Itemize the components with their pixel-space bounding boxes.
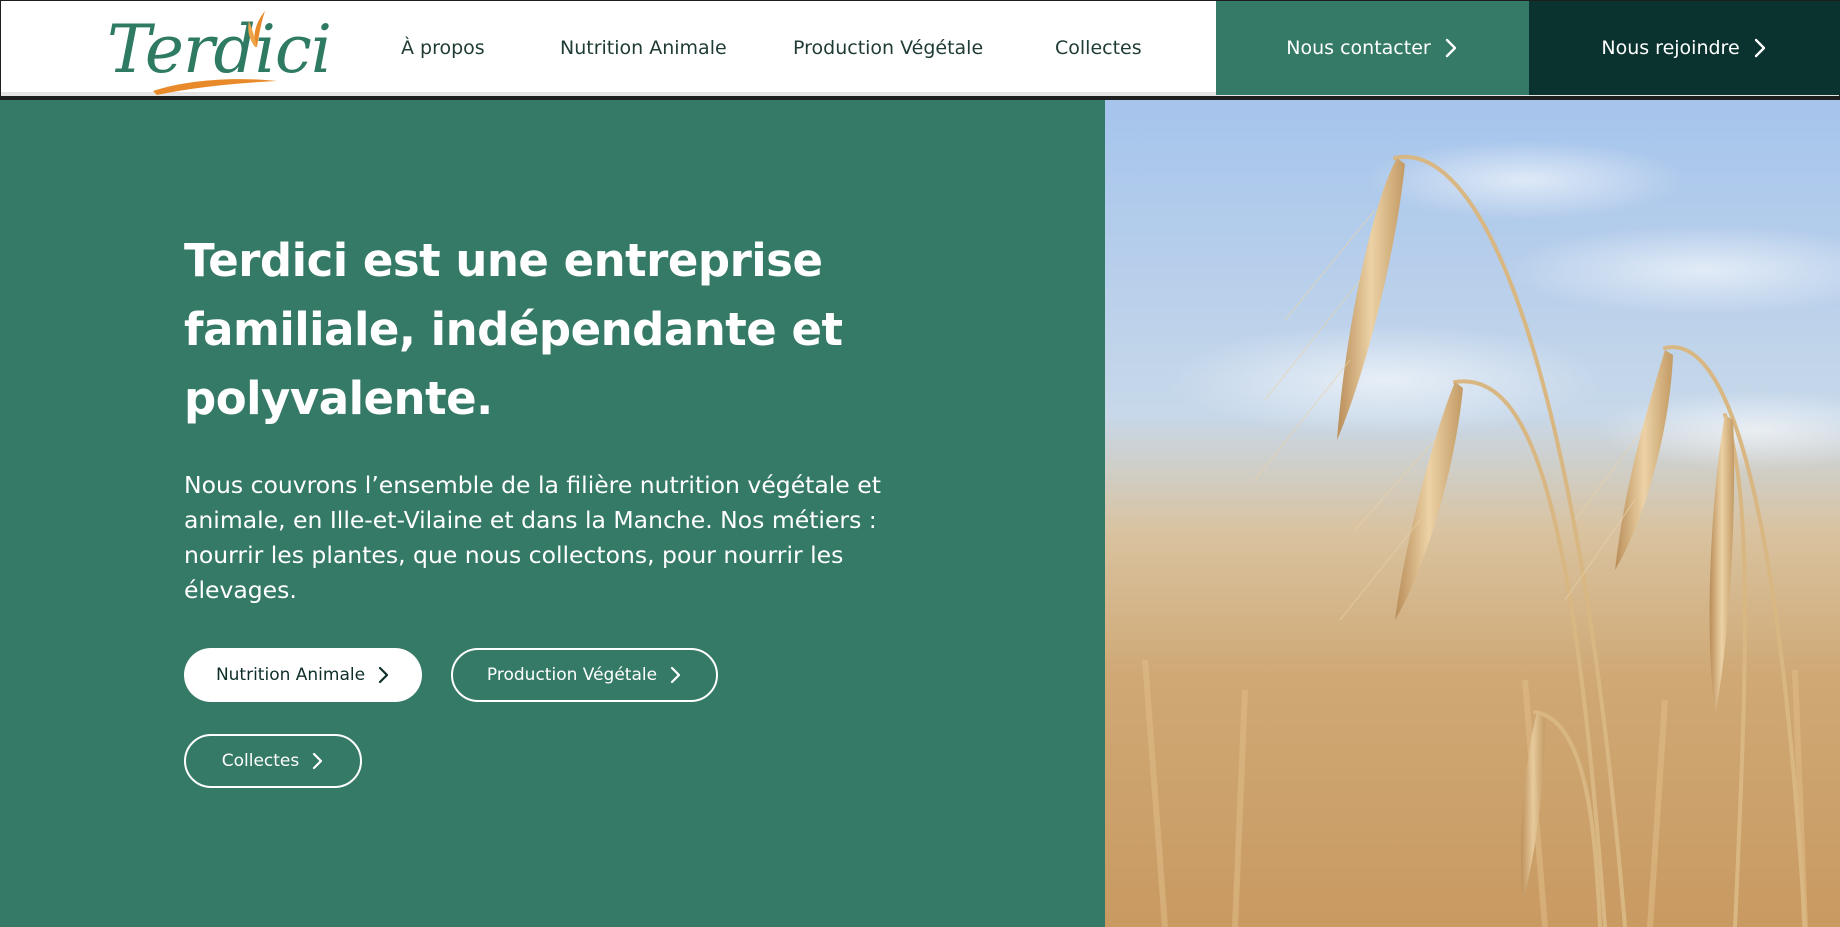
collectes-button-label: Collectes	[221, 751, 300, 771]
join-button-label: Nous rejoindre	[1601, 37, 1740, 59]
contact-button-label: Nous contacter	[1286, 37, 1431, 59]
terdici-logo[interactable]: Terdici	[107, 9, 332, 95]
chevron-right-icon	[1445, 38, 1456, 58]
chevron-right-icon	[378, 666, 389, 684]
site-header: Terdici À propos Nutrition Animale Produ…	[1, 1, 1840, 96]
collectes-button[interactable]: Collectes	[184, 734, 362, 788]
join-button[interactable]: Nous rejoindre	[1529, 1, 1840, 95]
nutrition-animale-button-label: Nutrition Animale	[215, 665, 366, 685]
nav-item-a-propos[interactable]: À propos	[401, 1, 485, 95]
hero-description: Nous couvrons l’ensemble de la filière n…	[184, 471, 881, 604]
nav-item-production-vegetale[interactable]: Production Végétale	[793, 1, 983, 95]
hero-title: Terdici est une entreprise familiale, in…	[184, 234, 843, 425]
nav-item-nutrition-animale[interactable]: Nutrition Animale	[560, 1, 727, 95]
logo-swash	[153, 79, 277, 95]
nav-item-collectes[interactable]: Collectes	[1055, 1, 1142, 95]
production-vegetale-button[interactable]: Production Végétale	[451, 648, 718, 702]
wheat-illustration	[1105, 100, 1840, 927]
production-vegetale-button-label: Production Végétale	[486, 665, 658, 685]
wheat-field-photo	[1105, 100, 1840, 927]
nutrition-animale-button[interactable]: Nutrition Animale	[184, 648, 422, 702]
contact-button[interactable]: Nous contacter	[1216, 1, 1529, 95]
chevron-right-icon	[1754, 38, 1765, 58]
wheat-leaf-logo-icon	[248, 11, 265, 47]
chevron-right-icon	[313, 752, 323, 770]
chevron-right-icon	[670, 666, 681, 684]
